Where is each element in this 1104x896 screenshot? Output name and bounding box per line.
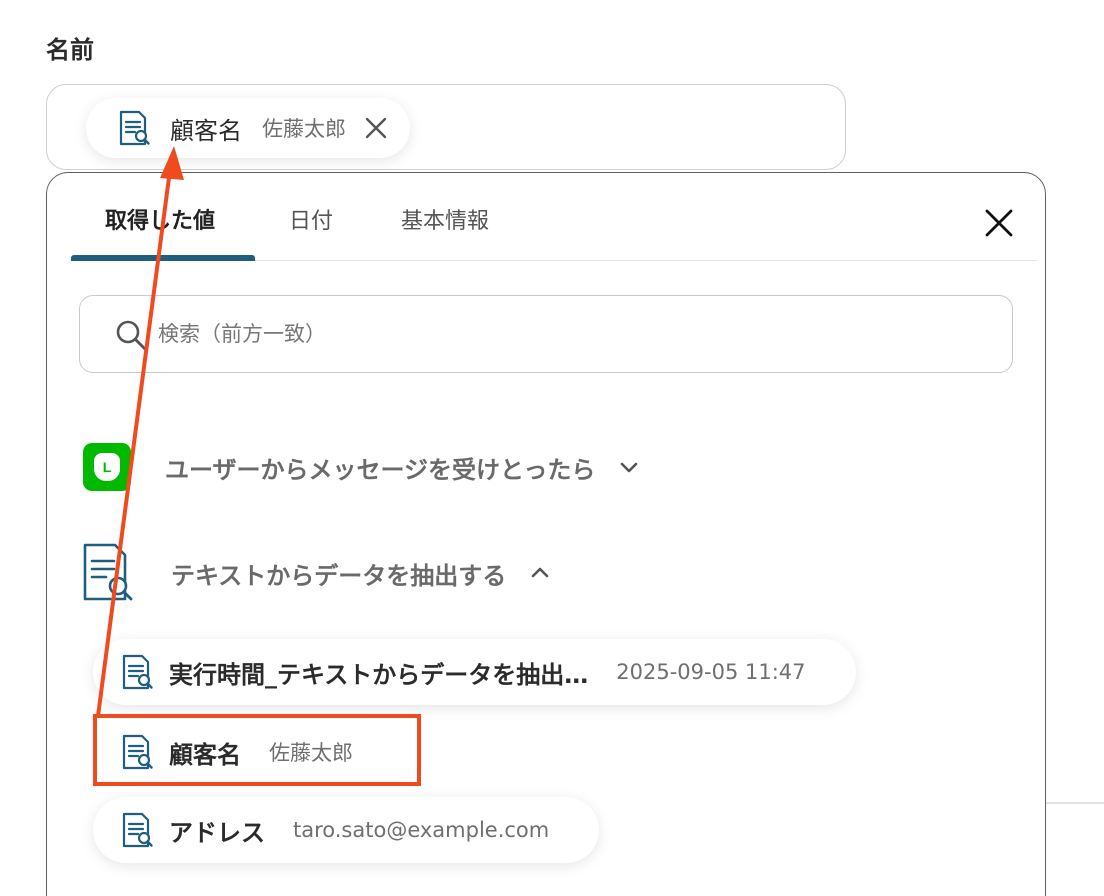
field-label: 名前 [46, 36, 94, 64]
item-value: 2025-09-05 11:47 [616, 660, 806, 684]
tab-basic-info[interactable]: 基本情報 [401, 203, 489, 235]
tab-date[interactable]: 日付 [289, 203, 333, 235]
section-title: ユーザーからメッセージを受けとったら [165, 455, 596, 484]
section-line-trigger[interactable]: L ユーザーからメッセージを受けとったら [83, 437, 783, 497]
section-text-extract[interactable]: テキストからデータを抽出する [83, 543, 783, 603]
close-icon[interactable] [983, 207, 1015, 239]
divider [1046, 802, 1104, 804]
highlight-box [93, 714, 421, 786]
list-item-address[interactable]: アドレス taro.sato@example.com [93, 797, 600, 863]
document-search-icon [121, 654, 155, 690]
document-search-icon [121, 812, 155, 848]
tab-retrieved-values[interactable]: 取得した値 [105, 203, 215, 235]
item-name: 実行時間_テキストからデータを抽出… [169, 660, 589, 689]
document-search-icon [118, 110, 152, 146]
remove-chip-icon[interactable] [364, 116, 388, 140]
line-app-icon: L [83, 443, 131, 491]
app-root: 名前 顧客名 佐藤太郎 取得した値 日付 基本情報 L [0, 0, 1104, 896]
item-value: taro.sato@example.com [293, 818, 550, 842]
active-tab-indicator [71, 255, 255, 261]
value-picker-panel: 取得した値 日付 基本情報 L ユーザーからメッセージを受けとったら [46, 172, 1046, 896]
search-icon [114, 318, 148, 352]
chip-name: 顧客名 [170, 116, 242, 145]
line-badge-letter: L [94, 453, 120, 481]
document-search-icon [81, 542, 137, 604]
chip-value: 佐藤太郎 [262, 117, 346, 141]
chevron-up-icon [528, 561, 552, 585]
chevron-down-icon [617, 455, 641, 479]
section-title: テキストからデータを抽出する [171, 561, 507, 590]
tab-bar: 取得した値 日付 基本情報 [71, 173, 1037, 261]
list-item-execution-time[interactable]: 実行時間_テキストからデータを抽出… 2025-09-05 11:47 [93, 639, 856, 705]
search-box [79, 295, 1013, 373]
search-input[interactable] [158, 314, 978, 354]
field-value-chip[interactable]: 顧客名 佐藤太郎 [86, 98, 410, 158]
item-name: アドレス [169, 818, 265, 847]
